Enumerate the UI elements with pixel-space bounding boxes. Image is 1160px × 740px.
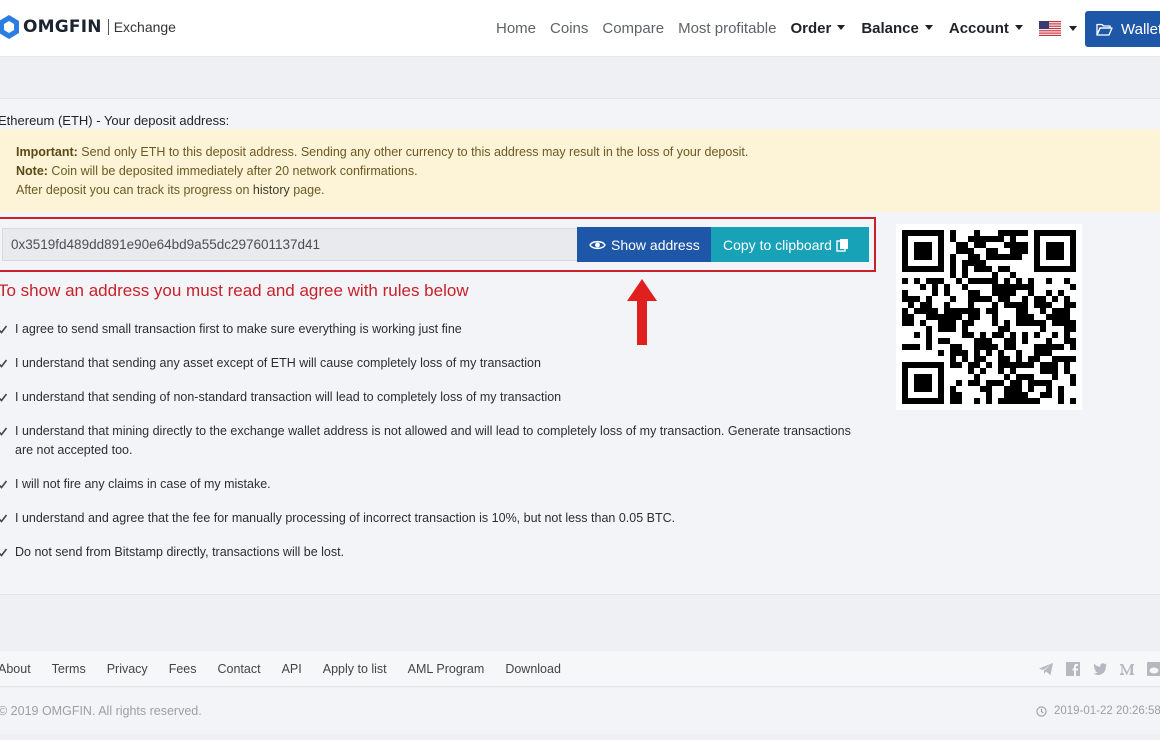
alert-note-line: Note: Coin will be deposited immediately… bbox=[16, 162, 1160, 181]
medium-icon[interactable] bbox=[1119, 661, 1135, 677]
rule-item[interactable]: I agree to send small transaction first … bbox=[0, 320, 860, 339]
rule-item[interactable]: I understand and agree that the fee for … bbox=[0, 509, 860, 528]
warning-alert: Important: Send only ETH to this deposit… bbox=[0, 129, 1160, 212]
address-highlight-box: 0x3519fd489dd891e90e64bd9a55dc297601137d… bbox=[0, 217, 876, 272]
checkbox-check-icon[interactable] bbox=[0, 547, 8, 558]
copyright-text: © 2019 OMGFIN. All rights reserved. bbox=[0, 704, 202, 718]
checkbox-check-icon[interactable] bbox=[0, 358, 8, 369]
alert-track-line: After deposit you can track its progress… bbox=[16, 181, 1160, 200]
footer-link-contact[interactable]: Contact bbox=[217, 662, 260, 676]
deposit-card: Ethereum (ETH) - Your deposit address: I… bbox=[0, 98, 1160, 595]
facebook-icon[interactable] bbox=[1065, 661, 1081, 677]
footer-link-fees[interactable]: Fees bbox=[169, 662, 197, 676]
checkbox-check-icon[interactable] bbox=[0, 479, 8, 490]
nav-menu: Home Coins Compare Most profitable Order… bbox=[496, 0, 1093, 57]
rule-item[interactable]: Do not send from Bitstamp directly, tran… bbox=[0, 543, 860, 562]
rule-text: I understand that mining directly to the… bbox=[15, 424, 851, 457]
brand-subtitle: Exchange bbox=[113, 19, 176, 35]
clock-icon bbox=[1036, 705, 1047, 717]
rule-item[interactable]: I understand that sending any asset exce… bbox=[0, 354, 860, 373]
reddit-icon[interactable] bbox=[1146, 661, 1160, 677]
nav-balance-label: Balance bbox=[861, 20, 919, 37]
nav-most-profitable[interactable]: Most profitable bbox=[678, 20, 776, 37]
nav-balance-dropdown[interactable]: Balance bbox=[861, 20, 933, 37]
folder-open-icon bbox=[1096, 23, 1113, 36]
history-link[interactable]: history bbox=[253, 183, 290, 197]
rule-text: I will not fire any claims in case of my… bbox=[15, 477, 271, 491]
alert-important-line: Important: Send only ETH to this deposit… bbox=[16, 143, 1160, 162]
checkbox-check-icon[interactable] bbox=[0, 426, 8, 437]
twitter-icon[interactable] bbox=[1092, 661, 1108, 677]
footer-bottom: © 2019 OMGFIN. All rights reserved. 2019… bbox=[0, 688, 1160, 734]
nav-account-dropdown[interactable]: Account bbox=[949, 20, 1023, 37]
footer-link-about[interactable]: About bbox=[0, 662, 31, 676]
rules-warning: To show an address you must read and agr… bbox=[0, 281, 469, 300]
telegram-icon[interactable] bbox=[1038, 661, 1054, 677]
wallet-button[interactable]: Wallet bbox=[1085, 11, 1160, 47]
important-text: Send only ETH to this deposit address. S… bbox=[77, 145, 749, 159]
brand-divider bbox=[107, 19, 109, 35]
note-label: Note: bbox=[16, 164, 48, 178]
copy-label: Copy to clipboard bbox=[723, 236, 832, 253]
rule-text: I understand that sending of non-standar… bbox=[15, 390, 562, 404]
omgfin-logo-icon bbox=[0, 15, 19, 39]
show-address-label: Show address bbox=[611, 236, 700, 253]
track-prefix: After deposit you can track its progress… bbox=[16, 183, 253, 197]
footer-link-download[interactable]: Download bbox=[505, 662, 561, 676]
deposit-address-field[interactable]: 0x3519fd489dd891e90e64bd9a55dc297601137d… bbox=[2, 228, 578, 261]
social-links bbox=[1038, 661, 1160, 677]
footer-link-api[interactable]: API bbox=[282, 662, 302, 676]
brand-name: OMGFIN bbox=[23, 17, 102, 37]
wallet-label: Wallet bbox=[1121, 20, 1160, 38]
rule-item[interactable]: I will not fire any claims in case of my… bbox=[0, 475, 860, 494]
qr-code bbox=[896, 224, 1082, 410]
nav-order-dropdown[interactable]: Order bbox=[790, 20, 846, 37]
rule-text: Do not send from Bitstamp directly, tran… bbox=[15, 545, 345, 559]
language-dropdown[interactable] bbox=[1038, 21, 1077, 36]
deposit-title: Ethereum (ETH) - Your deposit address: bbox=[0, 113, 230, 128]
top-navbar: OMGFIN Exchange Home Coins Compare Most … bbox=[0, 0, 1160, 57]
footer-link-aml-program[interactable]: AML Program bbox=[408, 662, 485, 676]
important-label: Important: bbox=[16, 145, 78, 159]
footer-link-apply-to-list[interactable]: Apply to list bbox=[323, 662, 387, 676]
copy-icon bbox=[836, 238, 848, 252]
track-suffix: page. bbox=[289, 183, 325, 197]
checkbox-check-icon[interactable] bbox=[0, 513, 8, 524]
nav-home[interactable]: Home bbox=[496, 20, 536, 37]
caret-down-icon bbox=[837, 25, 846, 30]
rule-text: I understand and agree that the fee for … bbox=[15, 511, 676, 525]
rule-text: I agree to send small transaction first … bbox=[15, 322, 462, 336]
caret-down-icon bbox=[924, 25, 933, 30]
footer-link-privacy[interactable]: Privacy bbox=[107, 662, 148, 676]
copy-to-clipboard-button[interactable]: Copy to clipboard bbox=[711, 227, 869, 262]
footer-nav: About Terms Privacy Fees Contact API App… bbox=[0, 651, 1160, 687]
eye-icon bbox=[589, 240, 606, 249]
show-address-button[interactable]: Show address bbox=[577, 227, 711, 262]
rule-item[interactable]: I understand that mining directly to the… bbox=[0, 422, 860, 460]
nav-account-label: Account bbox=[948, 20, 1009, 37]
us-flag-icon bbox=[1038, 21, 1061, 36]
server-time-value: 2019-01-22 20:26:58 bbox=[1054, 705, 1160, 717]
brand-logo-link[interactable]: OMGFIN Exchange bbox=[0, 14, 176, 40]
nav-compare[interactable]: Compare bbox=[602, 20, 664, 37]
nav-coins[interactable]: Coins bbox=[550, 20, 588, 37]
footer-link-terms[interactable]: Terms bbox=[52, 662, 86, 676]
checkbox-check-icon[interactable] bbox=[0, 392, 8, 403]
checkbox-check-icon[interactable] bbox=[0, 324, 8, 335]
caret-down-icon bbox=[1014, 25, 1023, 30]
rule-text: I understand that sending any asset exce… bbox=[15, 356, 541, 370]
caret-down-icon bbox=[1068, 26, 1077, 31]
nav-order-label: Order bbox=[790, 20, 832, 37]
server-time: 2019-01-22 20:26:58 bbox=[1036, 705, 1160, 717]
note-text: Coin will be deposited immediately after… bbox=[47, 164, 418, 178]
rule-item[interactable]: I understand that sending of non-standar… bbox=[0, 388, 860, 407]
